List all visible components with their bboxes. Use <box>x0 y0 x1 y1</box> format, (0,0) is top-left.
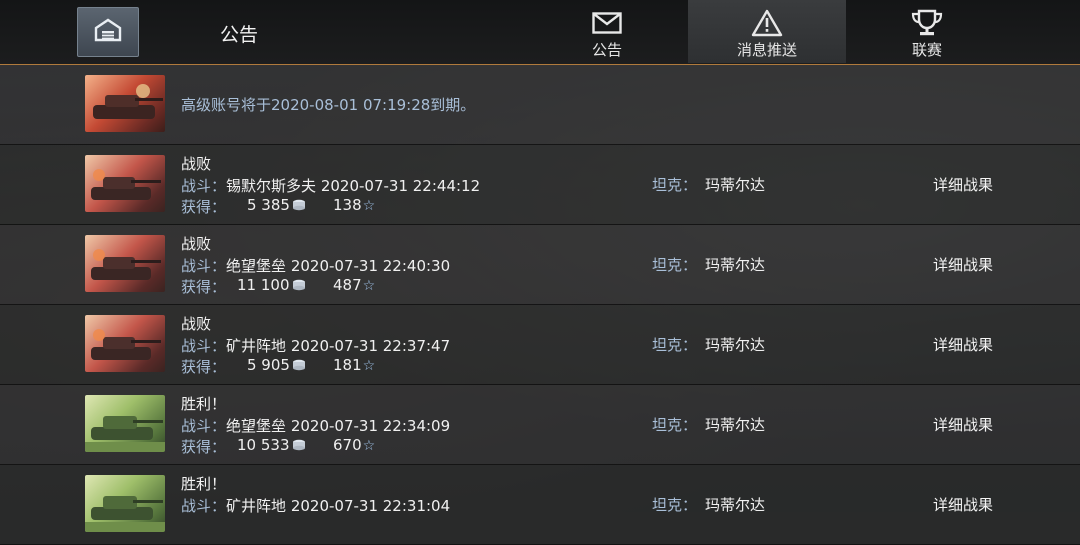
garage-icon <box>94 18 122 46</box>
battle-row[interactable]: 胜利！ 战斗：矿井阵地 2020-07-31 22:31:04 坦克： 玛蒂尔达… <box>0 465 1080 545</box>
battle-map: 锡默尔斯多夫 <box>226 177 317 195</box>
tank-name: 玛蒂尔达 <box>705 176 766 194</box>
xp-value: 487 <box>333 276 362 294</box>
xp-value: 670 <box>333 436 362 454</box>
battle-label: 战斗： <box>181 337 227 355</box>
details-button[interactable]: 详细战果 <box>933 254 993 275</box>
top-bar: 公告 公告 消息推送 联赛 <box>0 0 1080 65</box>
earned-label: 获得： <box>181 438 227 456</box>
silver-earned: 5 905 <box>247 356 306 375</box>
tank-name: 玛蒂尔达 <box>705 416 766 434</box>
silver-coin-icon <box>292 357 306 375</box>
battle-label: 战斗： <box>181 497 227 515</box>
message-list[interactable]: 高级账号将于2020-08-01 07:19:28到期。 战败 战斗：锡默尔斯多… <box>0 65 1080 545</box>
battle-info: 战斗：矿井阵地 2020-07-31 22:31:04 <box>181 495 450 516</box>
battle-row[interactable]: 胜利！ 战斗：绝望堡垒 2020-07-31 22:34:09 获得： 10 5… <box>0 385 1080 465</box>
battle-row[interactable]: 战败 战斗：绝望堡垒 2020-07-31 22:40:30 获得： 11 10… <box>0 225 1080 305</box>
xp-earned: 670☆ <box>333 436 375 454</box>
trophy-icon <box>909 9 945 37</box>
xp-value: 181 <box>333 356 362 374</box>
premium-account-thumbnail <box>85 75 165 132</box>
tank-label: 坦克： <box>652 256 698 274</box>
battle-info: 战斗：锡默尔斯多夫 2020-07-31 22:44:12 <box>181 175 480 196</box>
silver-value: 5 905 <box>247 356 290 374</box>
victory-thumbnail <box>85 395 165 452</box>
xp-value: 138 <box>333 196 362 214</box>
battle-time: 2020-07-31 22:34:09 <box>290 417 451 435</box>
silver-earned: 5 385 <box>247 196 306 215</box>
details-button[interactable]: 详细战果 <box>933 174 993 195</box>
premium-expiry-notice: 高级账号将于2020-08-01 07:19:28到期。 <box>181 96 476 114</box>
battle-info: 战斗：绝望堡垒 2020-07-31 22:34:09 <box>181 415 450 436</box>
silver-value: 10 533 <box>237 436 290 454</box>
envelope-icon <box>592 9 622 37</box>
silver-earned: 11 100 <box>237 276 306 295</box>
battle-info: 战斗：矿井阵地 2020-07-31 22:37:47 <box>181 335 450 356</box>
battle-map: 绝望堡垒 <box>226 417 287 435</box>
xp-star-icon: ☆ <box>362 358 376 374</box>
tab-announcements[interactable]: 公告 <box>528 0 686 63</box>
tank-name: 玛蒂尔达 <box>705 336 766 354</box>
victory-thumbnail <box>85 475 165 532</box>
xp-earned: 138☆ <box>333 196 375 214</box>
details-button[interactable]: 详细战果 <box>933 334 993 355</box>
warning-icon <box>751 9 783 37</box>
tab-push-messages-label: 消息推送 <box>736 41 797 59</box>
tab-push-messages[interactable]: 消息推送 <box>688 0 846 63</box>
silver-coin-icon <box>292 437 306 455</box>
details-button[interactable]: 详细战果 <box>933 414 993 435</box>
battle-time: 2020-07-31 22:37:47 <box>290 337 451 355</box>
defeat-thumbnail <box>85 155 165 212</box>
battle-label: 战斗： <box>181 417 227 435</box>
tab-league[interactable]: 联赛 <box>848 0 1006 63</box>
tank-name: 玛蒂尔达 <box>705 256 766 274</box>
battle-result: 战败 <box>181 315 212 333</box>
battle-result: 胜利！ <box>181 475 227 493</box>
battle-time: 2020-07-31 22:31:04 <box>290 497 451 515</box>
battle-label: 战斗： <box>181 177 227 195</box>
battle-row[interactable]: 战败 战斗：矿井阵地 2020-07-31 22:37:47 获得： 5 905… <box>0 305 1080 385</box>
defeat-thumbnail <box>85 315 165 372</box>
notice-row[interactable]: 高级账号将于2020-08-01 07:19:28到期。 <box>0 65 1080 145</box>
silver-value: 11 100 <box>237 276 290 294</box>
xp-star-icon: ☆ <box>362 278 376 294</box>
xp-earned: 487☆ <box>333 276 375 294</box>
battle-map: 矿井阵地 <box>226 497 287 515</box>
xp-earned: 181☆ <box>333 356 375 374</box>
silver-coin-icon <box>292 277 306 295</box>
tab-announcements-label: 公告 <box>591 41 622 59</box>
battle-map: 绝望堡垒 <box>226 257 287 275</box>
battle-result: 胜利！ <box>181 395 227 413</box>
home-button[interactable] <box>77 7 139 57</box>
page-title: 公告 <box>220 24 259 46</box>
tank-label: 坦克： <box>652 336 698 354</box>
battle-time: 2020-07-31 22:40:30 <box>290 257 451 275</box>
xp-star-icon: ☆ <box>362 438 376 454</box>
xp-star-icon: ☆ <box>362 198 376 214</box>
battle-info: 战斗：绝望堡垒 2020-07-31 22:40:30 <box>181 255 450 276</box>
defeat-thumbnail <box>85 235 165 292</box>
battle-result: 战败 <box>181 155 212 173</box>
tank-label: 坦克： <box>652 176 698 194</box>
battle-map: 矿井阵地 <box>226 337 287 355</box>
earned-label: 获得： <box>181 278 227 296</box>
battle-row[interactable]: 战败 战斗：锡默尔斯多夫 2020-07-31 22:44:12 获得： 5 3… <box>0 145 1080 225</box>
battle-label: 战斗： <box>181 257 227 275</box>
silver-value: 5 385 <box>247 196 290 214</box>
tab-league-label: 联赛 <box>911 41 942 59</box>
battle-result: 战败 <box>181 235 212 253</box>
tank-label: 坦克： <box>652 416 698 434</box>
silver-earned: 10 533 <box>237 436 306 455</box>
earned-label: 获得： <box>181 198 227 216</box>
silver-coin-icon <box>292 197 306 215</box>
battle-time: 2020-07-31 22:44:12 <box>320 177 481 195</box>
earned-label: 获得： <box>181 358 227 376</box>
